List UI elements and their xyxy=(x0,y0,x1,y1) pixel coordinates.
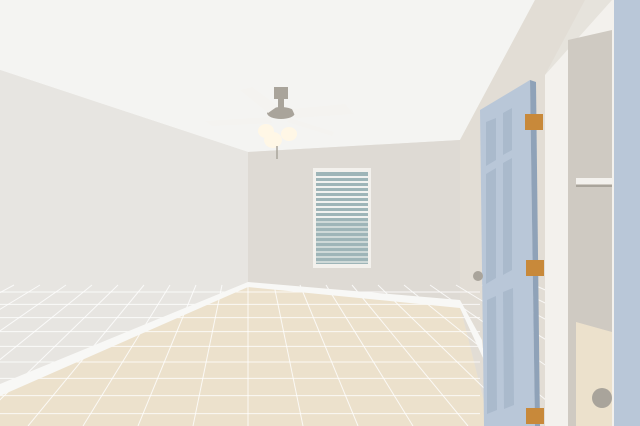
closet-floor xyxy=(576,322,612,426)
closet-rod xyxy=(576,185,612,187)
door-knob[interactable] xyxy=(473,271,483,281)
window-with-blinds xyxy=(313,168,371,268)
hinge-middle xyxy=(526,260,544,276)
room-scene xyxy=(0,0,640,426)
open-door[interactable] xyxy=(614,0,640,426)
door-knob-right[interactable] xyxy=(592,388,612,408)
hinge-top xyxy=(525,114,543,130)
closet-shelf xyxy=(576,178,612,184)
hinge-bottom xyxy=(526,408,544,424)
